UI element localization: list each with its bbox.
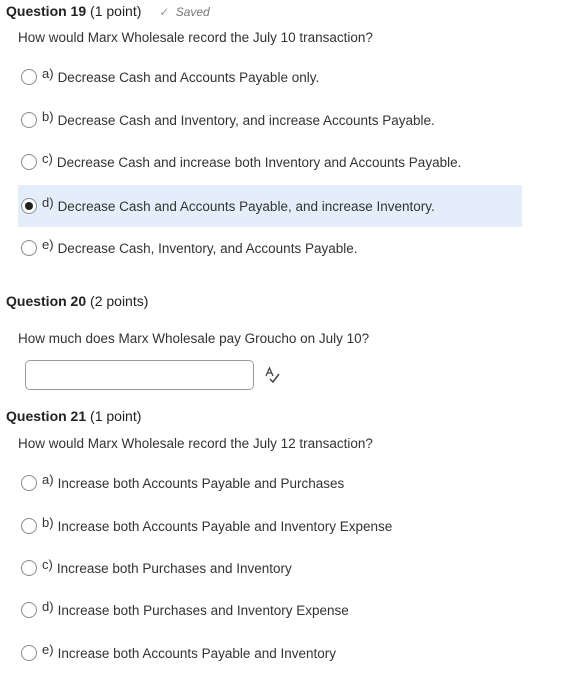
question-title: Question 21 (6, 408, 87, 424)
option-c[interactable]: c) Increase both Purchases and Inventory (18, 548, 522, 588)
question-20-header: Question 20 (2 points) (6, 293, 148, 309)
radio-button[interactable] (21, 69, 37, 85)
question-21-header: Question 21 (1 point) (6, 408, 141, 424)
option-letter: b) (42, 108, 54, 124)
radio-button[interactable] (21, 240, 37, 256)
option-d[interactable]: d) Increase both Purchases and Inventory… (18, 590, 522, 630)
option-text: Decrease Cash and increase both Inventor… (56, 154, 462, 170)
option-a[interactable]: a) Decrease Cash and Accounts Payable on… (18, 57, 522, 97)
option-d[interactable]: d) Decrease Cash and Accounts Payable, a… (18, 185, 522, 227)
radio-dot (25, 202, 33, 210)
saved-label: Saved (175, 5, 210, 19)
option-letter: e) (42, 641, 54, 657)
option-text: Increase both Purchases and Inventory Ex… (57, 602, 349, 618)
question-text: How would Marx Wholesale record the July… (18, 436, 373, 451)
option-letter: a) (42, 471, 54, 487)
option-letter: b) (42, 514, 54, 530)
answer-input[interactable] (25, 360, 254, 390)
option-b[interactable]: b) Decrease Cash and Inventory, and incr… (18, 100, 522, 140)
option-b[interactable]: b) Increase both Accounts Payable and In… (18, 506, 522, 546)
question-text: How would Marx Wholesale record the July… (18, 30, 373, 45)
saved-status: ✓ Saved (159, 5, 209, 19)
question-text: How much does Marx Wholesale pay Groucho… (18, 331, 370, 346)
option-e[interactable]: e) Decrease Cash, Inventory, and Account… (18, 228, 522, 268)
option-text: Increase both Accounts Payable and Inven… (57, 645, 336, 661)
radio-button[interactable] (21, 475, 37, 491)
option-text: Increase both Accounts Payable and Inven… (57, 518, 393, 534)
radio-button[interactable] (21, 602, 37, 618)
option-text: Increase both Accounts Payable and Purch… (57, 475, 345, 491)
radio-button-selected[interactable] (21, 198, 37, 214)
question-title: Question 20 (6, 293, 87, 309)
radio-button[interactable] (21, 518, 37, 534)
option-text: Decrease Cash and Accounts Payable only. (57, 69, 320, 85)
question-19-header: Question 19 (1 point) ✓ Saved (6, 3, 210, 19)
radio-button[interactable] (21, 645, 37, 661)
option-e[interactable]: e) Increase both Accounts Payable and In… (18, 633, 522, 673)
question-points: (1 point) (90, 3, 142, 19)
option-text: Decrease Cash, Inventory, and Accounts P… (57, 240, 358, 256)
check-icon: ✓ (159, 5, 170, 19)
question-points: (2 points) (90, 293, 149, 309)
option-text: Increase both Purchases and Inventory (56, 560, 292, 576)
option-c[interactable]: c) Decrease Cash and increase both Inven… (18, 142, 522, 182)
question-points: (1 point) (90, 408, 142, 424)
option-letter: e) (42, 236, 54, 252)
radio-button[interactable] (21, 154, 37, 170)
option-text: Decrease Cash and Inventory, and increas… (57, 112, 435, 128)
radio-button[interactable] (21, 112, 37, 128)
option-text: Decrease Cash and Accounts Payable, and … (57, 198, 435, 214)
option-a[interactable]: a) Increase both Accounts Payable and Pu… (18, 463, 522, 503)
radio-button[interactable] (21, 560, 37, 576)
option-letter: a) (42, 65, 54, 81)
spellcheck-icon[interactable] (264, 366, 280, 384)
question-title: Question 19 (6, 3, 87, 19)
option-letter: d) (42, 598, 54, 614)
option-letter: c) (42, 556, 53, 572)
option-letter: d) (42, 194, 54, 210)
option-letter: c) (42, 150, 53, 166)
